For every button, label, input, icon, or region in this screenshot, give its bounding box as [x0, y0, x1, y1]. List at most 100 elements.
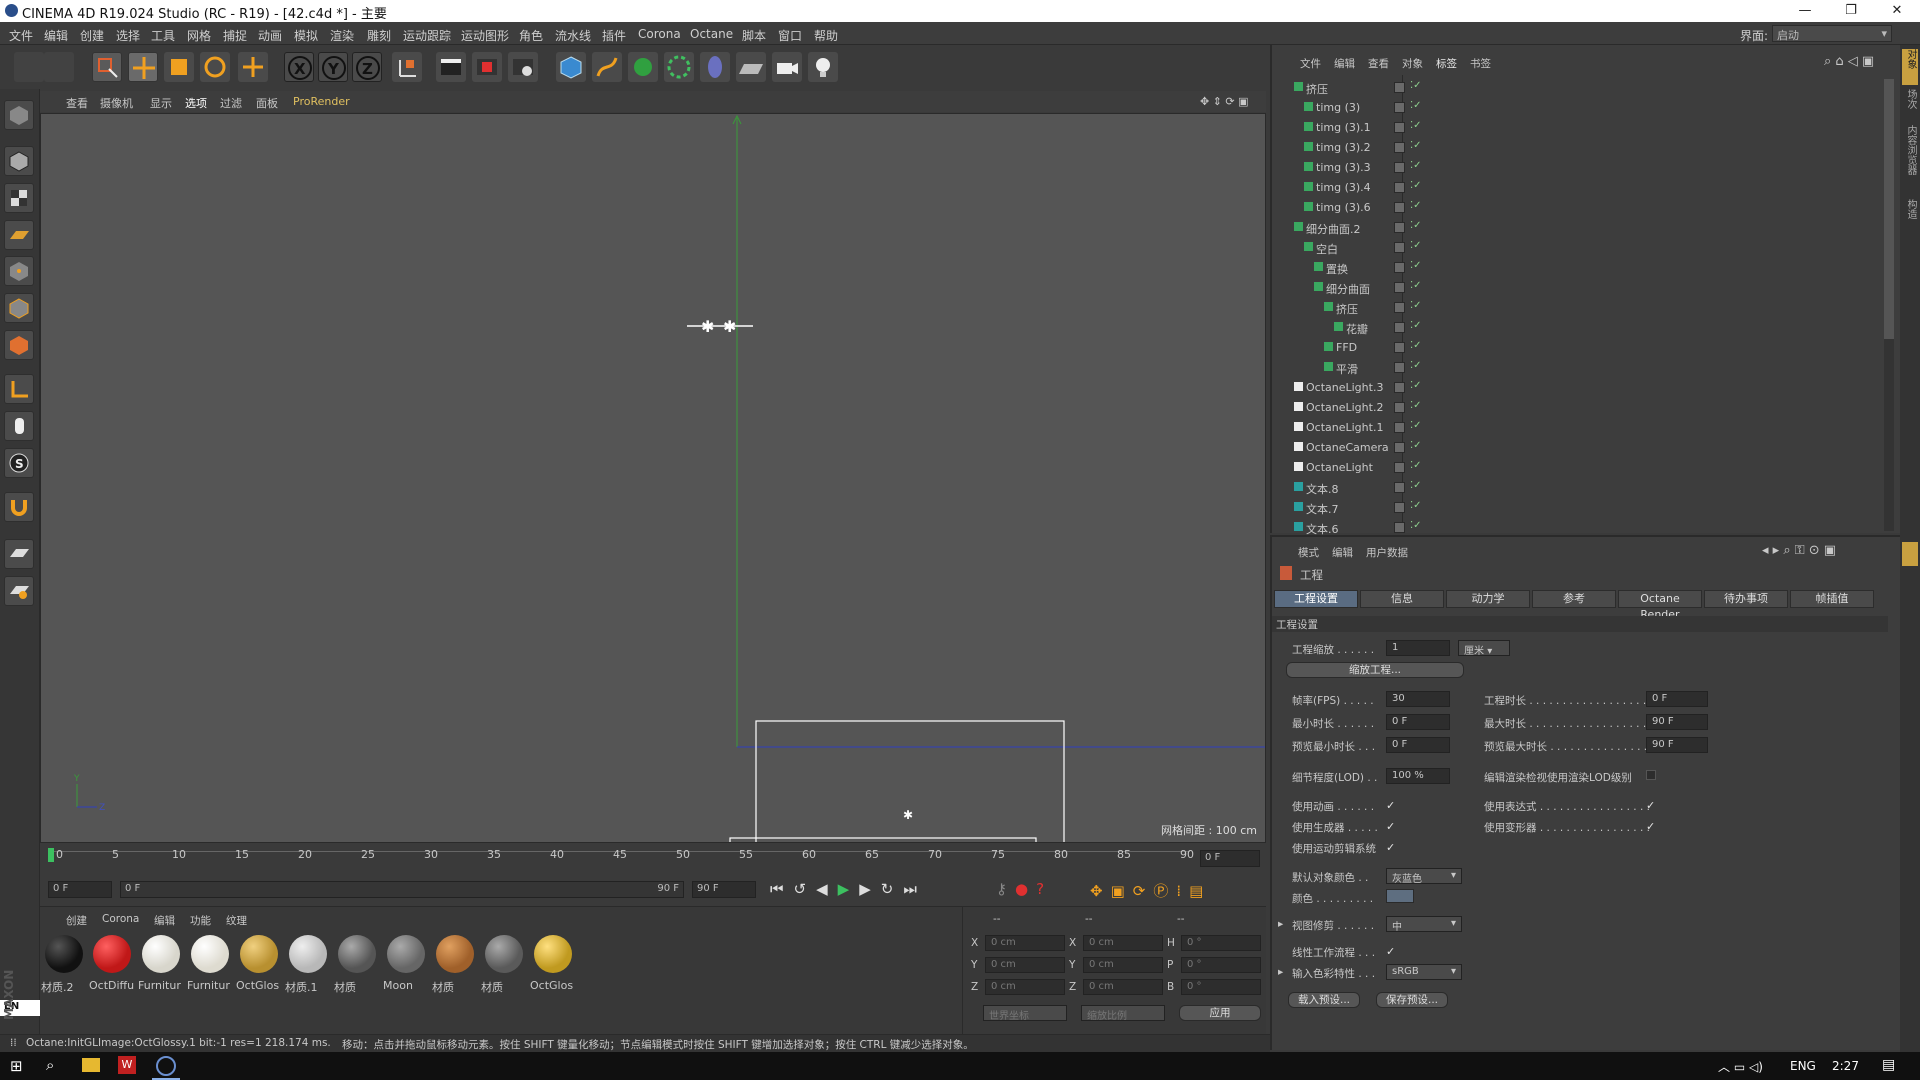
tab-octane-render[interactable]: Octane Render — [1618, 590, 1702, 621]
floor-icon[interactable] — [736, 52, 766, 82]
material-menu-corona[interactable]: Corona — [102, 913, 139, 925]
layout-select[interactable]: 启动 ▾ — [1772, 25, 1892, 42]
record-icon[interactable]: ● — [1015, 880, 1036, 898]
light-icon[interactable] — [808, 52, 838, 82]
key-points-icon[interactable]: ⁞ — [1176, 882, 1189, 900]
menu-pipeline[interactable]: 流水线 — [555, 27, 591, 44]
object-row[interactable]: 花瓣 ⁚✓ — [1272, 318, 1888, 338]
workplane-mode-icon[interactable] — [4, 220, 34, 250]
layer-visibility-icon[interactable] — [1394, 382, 1405, 393]
menu-octane[interactable]: Octane — [690, 27, 733, 41]
object-row[interactable]: 文本.8 ⁚✓ — [1272, 478, 1888, 498]
visibility-check-icon[interactable]: ⁚✓ — [1410, 260, 1422, 271]
menu-snap[interactable]: 捕捉 — [223, 27, 247, 44]
layer-visibility-icon[interactable] — [1394, 82, 1405, 93]
search-icon[interactable]: ⌕ — [46, 1056, 54, 1074]
points-mode-icon[interactable] — [4, 256, 34, 286]
current-frame-field[interactable]: 0 F — [1200, 850, 1260, 867]
timeline-ruler[interactable]: 0 5 10 15 20 25 30 35 40 45 50 55 60 65 … — [40, 846, 1266, 880]
layer-visibility-icon[interactable] — [1394, 142, 1405, 153]
visibility-check-icon[interactable]: ⁚✓ — [1410, 420, 1422, 431]
layer-visibility-icon[interactable] — [1394, 402, 1405, 413]
object-row[interactable]: 挤压 ⁚✓ — [1272, 78, 1888, 98]
layer-visibility-icon[interactable] — [1394, 342, 1405, 353]
array-icon[interactable] — [664, 52, 694, 82]
input-color-profile-select[interactable]: sRGB ▾ — [1386, 964, 1462, 980]
save-preset-button[interactable]: 保存预设... — [1376, 992, 1448, 1008]
layer-visibility-icon[interactable] — [1394, 122, 1405, 133]
windows-start-icon[interactable]: ⊞ — [10, 1057, 23, 1075]
tab-todo[interactable]: 待办事项 — [1704, 590, 1788, 608]
object-row[interactable]: timg (3) ⁚✓ — [1272, 98, 1888, 118]
viewport-nav-icons[interactable]: ✥ ⇕ ⟳ ▣ — [1200, 95, 1249, 108]
material-menu-create[interactable]: 创建 — [66, 913, 87, 928]
layer-visibility-icon[interactable] — [1394, 202, 1405, 213]
nurbs-icon[interactable] — [628, 52, 658, 82]
default-color-select[interactable]: 灰蓝色 ▾ — [1386, 868, 1462, 885]
object-menu-tags[interactable]: 标签 — [1436, 56, 1457, 71]
polygons-mode-icon[interactable] — [4, 330, 34, 360]
layer-visibility-icon[interactable] — [1394, 242, 1405, 253]
render-view-icon[interactable] — [436, 52, 466, 82]
z-axis-lock-icon[interactable]: Z — [352, 52, 382, 82]
material-swatch[interactable]: OctGlos — [530, 933, 576, 995]
cube-object-icon[interactable] — [556, 52, 586, 82]
menu-create[interactable]: 创建 — [80, 27, 104, 44]
material-menu-texture[interactable]: 纹理 — [226, 913, 247, 928]
menu-plugins[interactable]: 插件 — [602, 27, 626, 44]
menu-character[interactable]: 角色 — [519, 27, 543, 44]
redo-icon[interactable] — [44, 52, 74, 82]
visibility-check-icon[interactable]: ⁚✓ — [1410, 500, 1422, 511]
axis-mode-icon[interactable] — [4, 374, 34, 404]
object-row[interactable]: 空白 ⁚✓ — [1272, 238, 1888, 258]
side-tab-objects[interactable]: 对象 — [1902, 49, 1918, 85]
notification-icon[interactable]: ▤ — [1882, 1057, 1895, 1073]
key-filter-controls[interactable]: ✥▣⟳Ⓟ⁞▤ — [1090, 880, 1266, 902]
material-swatch[interactable]: OctGlos — [236, 933, 282, 995]
viewport-menu-camera[interactable]: 摄像机 — [100, 95, 133, 111]
record-controls[interactable]: ⚷●? — [996, 880, 1092, 902]
material-swatch[interactable]: 材质 — [334, 933, 380, 995]
key-param-icon[interactable]: Ⓟ — [1153, 882, 1176, 900]
layer-visibility-icon[interactable] — [1394, 222, 1405, 233]
visibility-check-icon[interactable]: ⁚✓ — [1410, 340, 1422, 351]
size-y-field[interactable]: 0 cm — [1083, 957, 1163, 973]
menu-render[interactable]: 渲染 — [330, 27, 354, 44]
object-row[interactable]: OctaneLight.1 ⁚✓ — [1272, 418, 1888, 438]
linear-workflow-checkbox[interactable]: ✓ — [1386, 946, 1397, 957]
material-swatch[interactable]: 材质 — [481, 933, 527, 995]
edges-mode-icon[interactable] — [4, 293, 34, 323]
min-time-field[interactable]: 0 F — [1386, 714, 1450, 730]
object-menu-edit[interactable]: 编辑 — [1334, 56, 1355, 71]
tab-reference[interactable]: 参考 — [1532, 590, 1616, 608]
menu-tools[interactable]: 工具 — [151, 27, 175, 44]
layer-visibility-icon[interactable] — [1394, 182, 1405, 193]
layer-visibility-icon[interactable] — [1394, 422, 1405, 433]
layer-visibility-icon[interactable] — [1394, 282, 1405, 293]
tab-info[interactable]: 信息 — [1360, 590, 1444, 608]
start-frame-field[interactable]: 0 F — [48, 881, 112, 898]
object-menu-view[interactable]: 查看 — [1368, 56, 1389, 71]
3d-viewport[interactable]: ✱ ✱ ✱ Y Z 网格间距 : 100 cm — [40, 113, 1266, 843]
layer-visibility-icon[interactable] — [1394, 302, 1405, 313]
close-icon[interactable]: ✕ — [1874, 0, 1920, 22]
preview-min-field[interactable]: 0 F — [1386, 737, 1450, 753]
menu-script[interactable]: 脚本 — [742, 27, 766, 44]
minimize-icon[interactable]: — — [1782, 0, 1828, 22]
object-row[interactable]: timg (3).2 ⁚✓ — [1272, 138, 1888, 158]
next-frame-icon[interactable]: ▶ — [859, 880, 881, 898]
next-key-icon[interactable]: ↻ — [881, 880, 904, 898]
object-row[interactable]: OctaneLight.3 ⁚✓ — [1272, 378, 1888, 398]
layer-visibility-icon[interactable] — [1394, 502, 1405, 513]
object-menu-bookmarks[interactable]: 书签 — [1470, 56, 1491, 71]
apply-button[interactable]: 应用 — [1179, 1005, 1261, 1021]
live-select-icon[interactable] — [92, 52, 122, 82]
material-swatch[interactable]: Moon — [383, 933, 429, 995]
x-axis-lock-icon[interactable]: X — [284, 52, 314, 82]
use-motion-system-checkbox[interactable]: ✓ — [1386, 842, 1397, 853]
menu-sculpt[interactable]: 雕刻 — [367, 27, 391, 44]
expand-arrow-icon[interactable]: ▸ — [1278, 918, 1283, 930]
project-scale-unit-select[interactable]: 厘米 ▾ — [1458, 640, 1510, 657]
preview-max-field[interactable]: 90 F — [1646, 737, 1708, 753]
go-to-start-icon[interactable]: ⏮ — [770, 880, 794, 898]
